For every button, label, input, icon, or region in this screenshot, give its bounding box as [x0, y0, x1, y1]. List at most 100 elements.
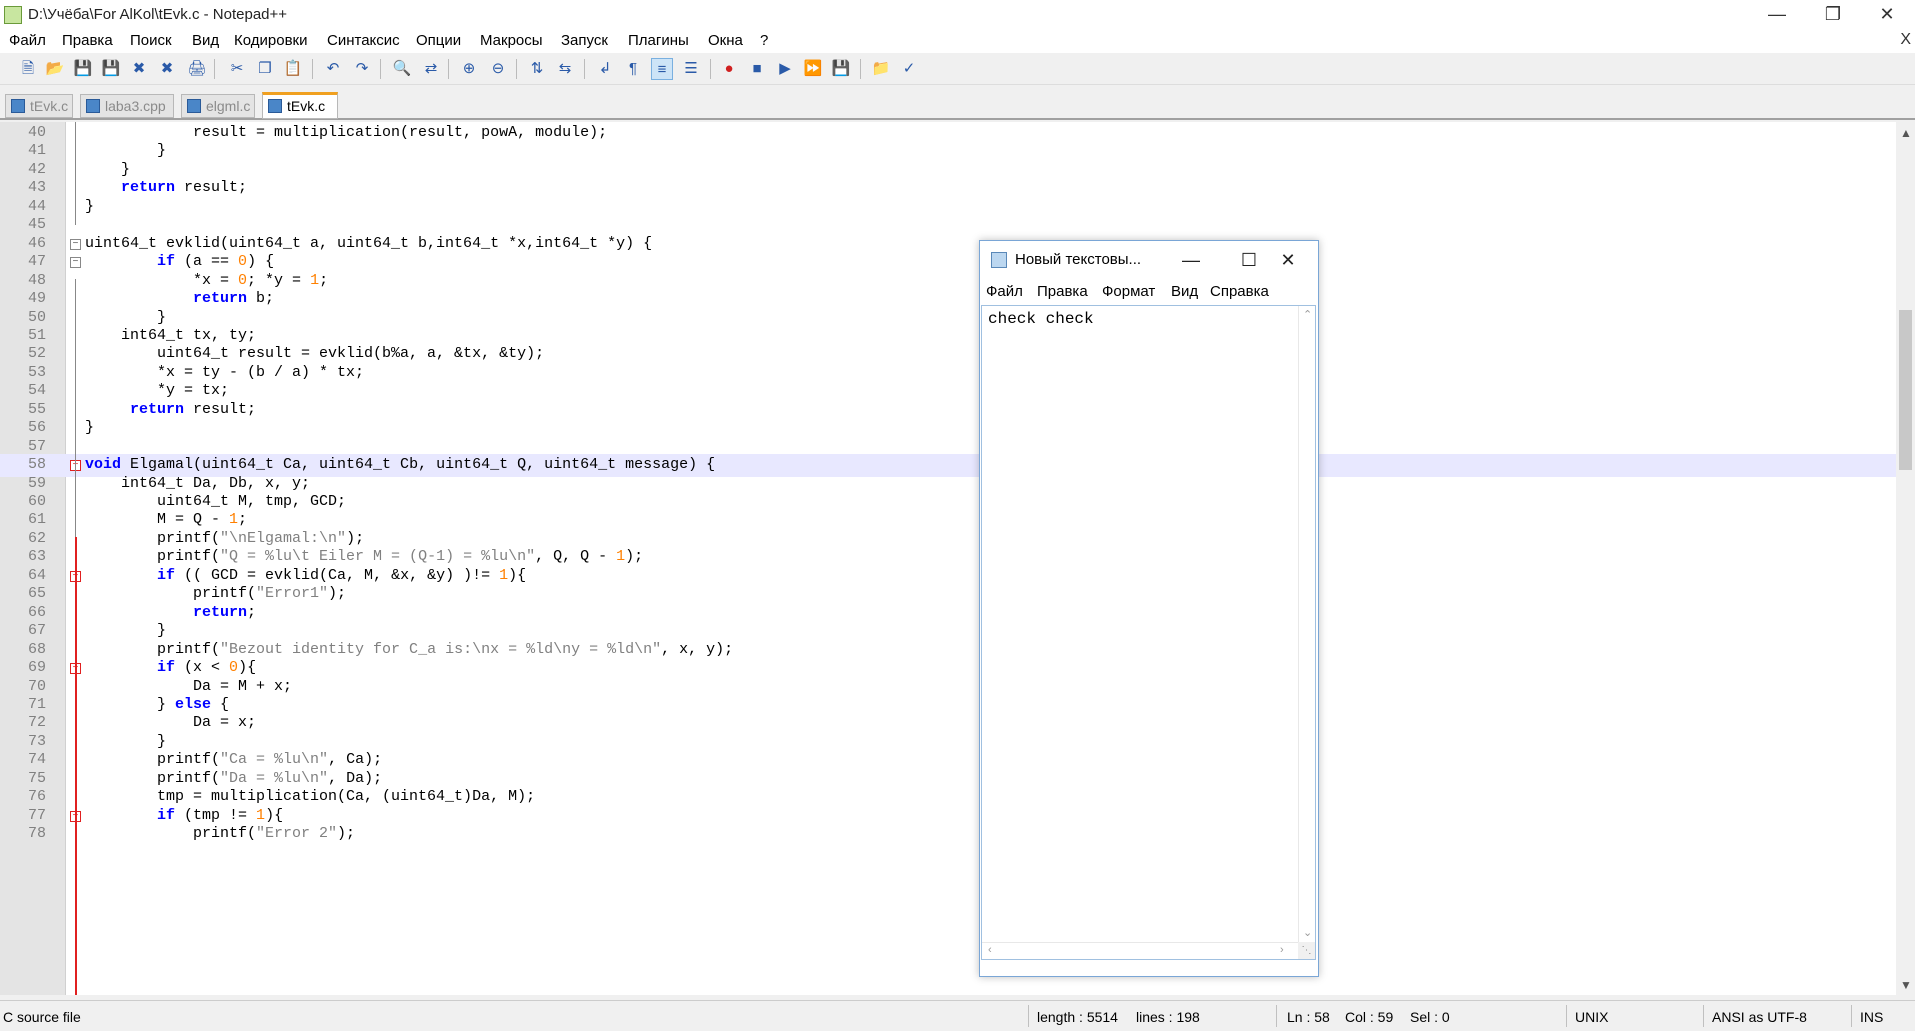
menu-encoding[interactable]: Кодировки [234, 32, 307, 49]
notepad-content[interactable]: check check [988, 310, 1094, 328]
close-document-button[interactable]: X [1900, 31, 1911, 49]
notepad-minimize-button[interactable]: — [1171, 245, 1211, 275]
menu-run[interactable]: Запуск [561, 32, 608, 49]
restore-button[interactable]: ❐ [1805, 0, 1861, 30]
cut-icon[interactable]: ✂ [226, 58, 248, 80]
replace-icon[interactable]: ⇄ [420, 58, 442, 80]
notepad-text-area[interactable]: check check ⌃ ⌄ ‹ › ⋱ [981, 305, 1316, 960]
notepad-scroll-down-icon[interactable]: ⌄ [1303, 926, 1312, 939]
vertical-scrollbar[interactable]: ▲ ▼ [1896, 122, 1915, 995]
sync-vertical-icon[interactable]: ⇅ [526, 58, 548, 80]
menu-help[interactable]: ? [760, 32, 768, 49]
paste-icon[interactable]: 📋 [282, 58, 304, 80]
notepad-scroll-right-icon[interactable]: › [1280, 944, 1284, 956]
redo-icon[interactable]: ↷ [351, 58, 373, 80]
toolbar: 🗎 📂 💾 💾 ✖ ✖ 🖨 ✂ ❐ 📋 ↶ ↷ 🔍 ⇄ ⊕ ⊖ ⇅ ⇆ ↲ ¶ … [0, 53, 1915, 85]
scroll-up-icon[interactable]: ▲ [1900, 126, 1912, 140]
notepad-maximize-button[interactable]: ☐ [1229, 245, 1269, 275]
copy-icon[interactable]: ❐ [254, 58, 276, 80]
menu-options[interactable]: Опции [416, 32, 461, 49]
menu-edit[interactable]: Правка [62, 32, 113, 49]
file-icon [187, 99, 201, 113]
close-button[interactable]: ✕ [1859, 0, 1915, 30]
undo-icon[interactable]: ↶ [322, 58, 344, 80]
code-text: printf("Error 2"); [85, 825, 356, 843]
notepad-resize-grip-icon[interactable]: ⋱ [1298, 942, 1315, 959]
new-file-icon[interactable]: 🗎 [17, 58, 39, 80]
line-number: 78 [27, 825, 46, 843]
record-macro-icon[interactable]: ● [718, 58, 740, 80]
toolbar-separator [448, 59, 449, 79]
menu-file[interactable]: Файл [9, 32, 46, 49]
scroll-down-icon[interactable]: ▼ [1900, 978, 1912, 992]
menu-syntax[interactable]: Синтаксис [327, 32, 400, 49]
doc-lines: lines : 198 [1136, 1009, 1200, 1025]
notepad-horizontal-scrollbar[interactable]: ‹ › [982, 942, 1298, 959]
title-bar: D:\Учёба\For AlKol\tEvk.c - Notepad++ — … [0, 0, 1915, 30]
print-icon[interactable]: 🖨 [186, 58, 208, 80]
code-line[interactable]: 78 printf("Error 2"); [0, 823, 1896, 846]
notepad-close-button[interactable]: ✕ [1268, 245, 1308, 275]
fold-toggle-icon[interactable]: − [70, 257, 81, 269]
toolbar-separator [584, 59, 585, 79]
notepad-title-bar: Новый текстовы... — ☐ ✕ [980, 241, 1318, 279]
doc-length: length : 5514 [1037, 1009, 1118, 1025]
zoom-in-icon[interactable]: ⊕ [458, 58, 480, 80]
folder-workspace-icon[interactable]: 📁 [870, 58, 892, 80]
notepad-menu-view[interactable]: Вид [1171, 283, 1198, 300]
notepad-window[interactable]: Новый текстовы... — ☐ ✕ Файл Правка Форм… [979, 240, 1319, 977]
fold-toggle-icon[interactable]: − [70, 238, 81, 250]
notepad-menu-help[interactable]: Справка [1210, 283, 1269, 300]
notepad-scroll-up-icon[interactable]: ⌃ [1303, 308, 1312, 321]
menu-search[interactable]: Поиск [130, 32, 172, 49]
save-macro-icon[interactable]: 💾 [830, 58, 852, 80]
run-macro-multiple-icon[interactable]: ⏩ [802, 58, 824, 80]
minimize-button[interactable]: — [1749, 0, 1805, 30]
file-icon [86, 99, 100, 113]
word-wrap-icon[interactable]: ↲ [594, 58, 616, 80]
tab-tevk-active[interactable]: tEvk.c [262, 92, 338, 119]
cursor-line: Ln : 58 [1287, 1009, 1330, 1025]
zoom-out-icon[interactable]: ⊖ [487, 58, 509, 80]
status-separator [1276, 1005, 1277, 1027]
sync-horizontal-icon[interactable]: ⇆ [554, 58, 576, 80]
encoding: ANSI as UTF-8 [1712, 1009, 1807, 1025]
status-bar: C source file length : 5514 lines : 198 … [0, 1000, 1915, 1031]
tab-elgml[interactable]: elgml.c [181, 94, 255, 118]
menu-view[interactable]: Вид [192, 32, 219, 49]
menu-macros[interactable]: Макросы [480, 32, 543, 49]
menu-windows[interactable]: Окна [708, 32, 743, 49]
file-icon [268, 99, 282, 113]
notepad-menu-file[interactable]: Файл [986, 283, 1023, 300]
tab-tevk-1[interactable]: tEvk.c [5, 94, 73, 118]
save-all-icon[interactable]: 💾 [100, 58, 122, 80]
toolbar-separator [710, 59, 711, 79]
toolbar-separator [312, 59, 313, 79]
user-language-icon[interactable]: ☰ [680, 58, 702, 80]
save-icon[interactable]: 💾 [72, 58, 94, 80]
spellcheck-icon[interactable]: ✓ [898, 58, 920, 80]
eol-format: UNIX [1575, 1009, 1609, 1025]
notepad-menu-edit[interactable]: Правка [1037, 283, 1088, 300]
indent-guide-icon[interactable]: ≡ [651, 58, 673, 80]
notepad-vertical-scrollbar[interactable]: ⌃ ⌄ [1298, 306, 1315, 942]
tab-laba3[interactable]: laba3.cpp [80, 94, 174, 118]
menu-plugins[interactable]: Плагины [628, 32, 689, 49]
notepad-scroll-left-icon[interactable]: ‹ [988, 944, 992, 956]
cursor-col: Col : 59 [1345, 1009, 1394, 1025]
close-file-icon[interactable]: ✖ [128, 58, 150, 80]
show-all-chars-icon[interactable]: ¶ [622, 58, 644, 80]
toolbar-separator [214, 59, 215, 79]
close-all-icon[interactable]: ✖ [156, 58, 178, 80]
stop-macro-icon[interactable]: ■ [746, 58, 768, 80]
notepad-menu-format[interactable]: Формат [1102, 283, 1155, 300]
fold-line-current [75, 537, 77, 995]
code-editor[interactable]: 40 result = multiplication(result, powA,… [0, 122, 1896, 995]
find-icon[interactable]: 🔍 [391, 58, 413, 80]
play-macro-icon[interactable]: ▶ [774, 58, 796, 80]
tab-label: tEvk.c [287, 98, 326, 114]
notepad-icon [991, 252, 1007, 268]
scroll-thumb[interactable] [1899, 310, 1912, 470]
open-file-icon[interactable]: 📂 [44, 58, 66, 80]
status-separator [1566, 1005, 1567, 1027]
